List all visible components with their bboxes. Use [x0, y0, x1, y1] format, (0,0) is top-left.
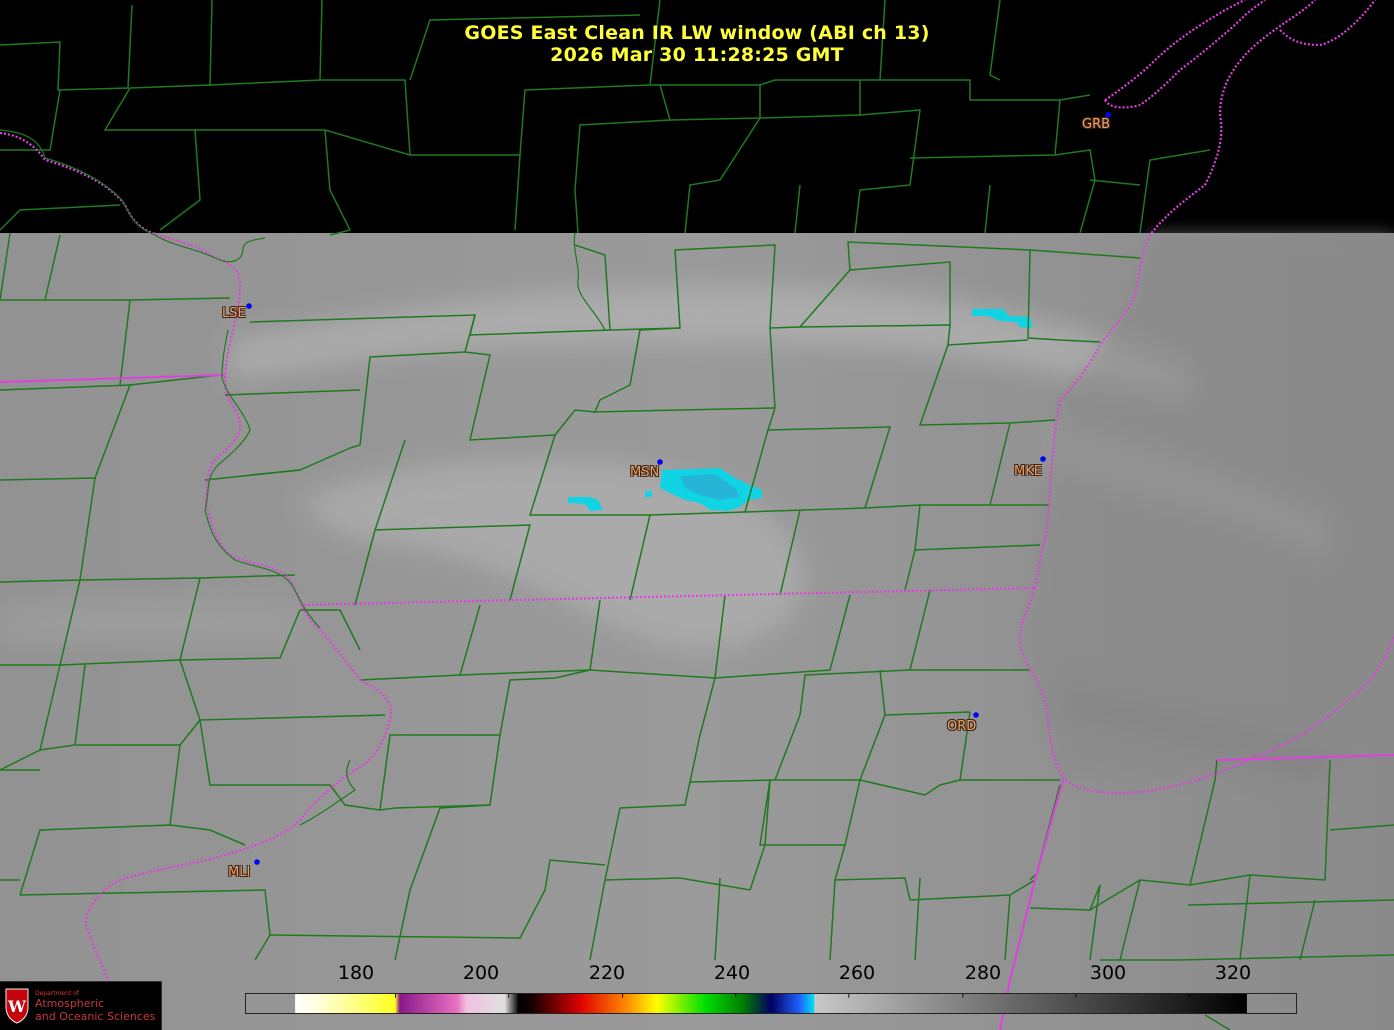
colorbar — [245, 993, 1297, 1014]
logo-department: Department of — [35, 990, 79, 997]
station-label-grb: GRB — [1082, 117, 1111, 132]
colorbar-tick-280: 280 — [964, 962, 1002, 984]
station-dot-mli — [254, 859, 260, 865]
station-dot-lse — [246, 303, 252, 309]
station-dot-mke — [1040, 456, 1046, 462]
image-title: GOES East Clean IR LW window (ABI ch 13) — [464, 22, 930, 44]
colorbar-tick-240: 240 — [713, 962, 751, 984]
uw-crest-icon: W — [5, 988, 29, 1024]
logo-line-1: Atmospheric — [35, 997, 105, 1010]
colorbar-tick-320: 320 — [1214, 962, 1252, 984]
satellite-map — [0, 0, 1394, 1030]
station-dot-msn — [657, 459, 663, 465]
image-timestamp: 2026 Mar 30 11:28:25 GMT — [550, 44, 844, 66]
logo-line-2: and Oceanic Sciences — [35, 1010, 156, 1023]
colorbar-tick-260: 260 — [838, 962, 876, 984]
station-dot-ord — [973, 712, 979, 718]
satellite-image: GOES East Clean IR LW window (ABI ch 13)… — [0, 0, 1394, 1030]
station-label-ord: ORD — [947, 719, 977, 734]
colorbar-tick-300: 300 — [1089, 962, 1127, 984]
station-label-mke: MKE — [1014, 464, 1042, 479]
station-label-mli: MLI — [228, 865, 251, 880]
colorbar-tick-220: 220 — [588, 962, 626, 984]
station-label-lse: LSE — [222, 306, 246, 321]
aos-logo: W Department of Atmospheric and Oceanic … — [0, 981, 162, 1030]
station-label-msn: MSN — [630, 465, 660, 480]
svg-text:W: W — [7, 997, 27, 1016]
colorbar-tick-180: 180 — [337, 962, 375, 984]
colorbar-tick-200: 200 — [462, 962, 500, 984]
